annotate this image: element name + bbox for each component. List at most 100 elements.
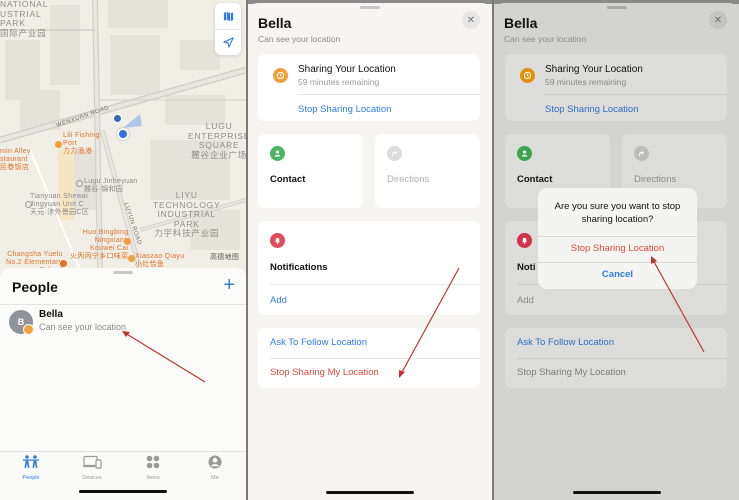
sheet-grabber[interactable] <box>360 6 380 9</box>
divider <box>270 284 480 285</box>
add-person-button[interactable]: + <box>223 274 235 297</box>
map-attribution: 高德地图 <box>210 254 240 261</box>
map-label-lugu-square: LUGU ENTERPRISE SQUARE 麓谷企业广场 <box>188 121 246 160</box>
map-mode-button[interactable] <box>215 3 241 29</box>
close-button[interactable]: ✕ <box>462 11 480 29</box>
notifications-label: Noti <box>517 262 536 273</box>
person-detail-screen: Bella Can see your location ✕ Sharing Yo… <box>248 0 492 500</box>
divider <box>538 236 697 237</box>
people-title: People <box>12 279 58 295</box>
tab-me[interactable]: Me <box>195 455 235 481</box>
locate-me-button[interactable] <box>215 29 241 55</box>
person-status: Can see your location <box>39 322 127 332</box>
directions-label: Directions <box>634 174 677 185</box>
map-label-tianyuan: Tianyuan Shewai Jingyuan Unit C 天元·涉外景园C… <box>30 193 90 216</box>
directions-label: Directions <box>387 174 430 185</box>
contact-label: Contact <box>517 174 553 185</box>
friend-location-pin-icon[interactable] <box>113 114 122 123</box>
sheet-grabber[interactable] <box>606 6 627 9</box>
restaurant-pin-icon[interactable] <box>128 255 135 262</box>
map-controls <box>215 3 241 55</box>
tab-label: Devices <box>82 475 102 481</box>
divider <box>270 358 480 359</box>
notifications-card: Notifications Add <box>258 221 480 315</box>
items-icon <box>146 455 160 469</box>
sharing-remaining: 59 minutes remaining <box>545 77 627 87</box>
map-label-alley-restaurant: min Alley staurant 民巷饭店 <box>0 148 31 171</box>
notifications-label: Notifications <box>270 262 328 273</box>
find-my-people-screen: NATIONAL USTRIAL PARK 国际产业园 WENXUAN ROAD… <box>0 0 246 500</box>
location-arrow-icon <box>222 37 234 48</box>
map-label-jinheyuan: Lugu Jinheyuan 麓谷·锦和园 <box>84 178 138 193</box>
home-indicator[interactable] <box>326 491 414 494</box>
close-icon: ✕ <box>466 14 476 26</box>
actions-card: Ask To Follow Location Stop Sharing My L… <box>258 328 480 388</box>
place-pin-icon[interactable] <box>76 180 83 187</box>
cancel-button[interactable]: Cancel <box>538 269 697 280</box>
map-label-lili-fishing: Lili Fishing Port 力力渔港 <box>63 132 100 155</box>
current-location-dot-icon[interactable] <box>117 128 129 140</box>
contact-label: Contact <box>270 174 306 185</box>
me-icon <box>208 455 222 469</box>
stop-sharing-location-link[interactable]: Stop Sharing Location <box>545 104 638 115</box>
bell-icon <box>270 233 285 248</box>
confirm-stop-sharing-button[interactable]: Stop Sharing Location <box>538 243 697 254</box>
tab-label: Items <box>146 475 160 481</box>
tab-label: People <box>22 475 40 481</box>
sharing-timer-icon <box>273 68 288 83</box>
alert-message: Are you sure you want to stop sharing lo… <box>554 201 681 225</box>
directions-arrow-icon <box>387 146 402 161</box>
map-label-xiaozao: Xiaozao Qiayu 小灶恰鱼 <box>135 253 185 268</box>
close-icon: ✕ <box>713 14 723 26</box>
stop-sharing-my-location-button[interactable]: Stop Sharing My Location <box>517 367 626 378</box>
confirm-stop-sharing-alert: Are you sure you want to stop sharing lo… <box>538 188 697 289</box>
map-label-huo-bingbing: Huo Bingbing Ningxiang Kouwei Cai 火丙丙宁乡口… <box>70 229 129 260</box>
directions-arrow-icon <box>634 146 649 161</box>
person-row-bella[interactable]: B Bella Can see your location <box>0 305 246 339</box>
tab-items[interactable]: Items <box>133 455 173 481</box>
home-indicator[interactable] <box>572 491 661 494</box>
contact-card[interactable]: Contact <box>258 134 363 208</box>
sheet-grabber[interactable] <box>113 271 133 274</box>
sharing-badge-icon <box>23 324 34 335</box>
contact-person-icon <box>270 146 285 161</box>
stop-sharing-location-link[interactable]: Stop Sharing Location <box>298 104 391 115</box>
divider <box>538 262 697 263</box>
tab-bar: People Devices Items Me <box>0 451 246 500</box>
person-title: Bella <box>258 15 292 31</box>
person-name: Bella <box>39 309 63 320</box>
place-pin-icon[interactable] <box>25 201 32 208</box>
divider <box>545 94 727 95</box>
person-title: Bella <box>504 15 538 31</box>
add-notification-link[interactable]: Add <box>270 295 287 306</box>
home-indicator[interactable] <box>79 490 167 493</box>
ask-to-follow-location-link[interactable]: Ask To Follow Location <box>517 337 614 348</box>
devices-icon <box>83 455 102 469</box>
sharing-title: Sharing Your Location <box>298 64 396 75</box>
actions-card: Ask To Follow Location Stop Sharing My L… <box>505 328 727 388</box>
map-icon <box>223 11 233 21</box>
stop-sharing-my-location-button[interactable]: Stop Sharing My Location <box>270 367 379 378</box>
tab-label: Me <box>211 475 219 481</box>
map-label-national-park: NATIONAL USTRIAL PARK 国际产业园 <box>0 0 49 38</box>
person-subtitle: Can see your location <box>504 34 587 44</box>
sharing-card: Sharing Your Location 59 minutes remaini… <box>258 54 480 121</box>
close-button[interactable]: ✕ <box>709 11 727 29</box>
restaurant-pin-icon[interactable] <box>55 141 62 148</box>
tab-people[interactable]: People <box>11 455 51 481</box>
add-notification-link[interactable]: Add <box>517 295 534 306</box>
person-subtitle: Can see your location <box>258 34 341 44</box>
person-detail-sheet: Bella Can see your location ✕ Sharing Yo… <box>248 3 492 500</box>
ask-to-follow-location-link[interactable]: Ask To Follow Location <box>270 337 367 348</box>
tab-devices[interactable]: Devices <box>72 455 112 481</box>
sharing-remaining: 59 minutes remaining <box>298 77 380 87</box>
sharing-timer-icon <box>520 68 535 83</box>
directions-card[interactable]: Directions <box>375 134 480 208</box>
sharing-card: Sharing Your Location 59 minutes remaini… <box>505 54 727 121</box>
map-label-liyu-park: LIYU TECHNOLOGY INDUSTRIAL PARK 力宇科技产业园 <box>153 190 221 238</box>
school-pin-icon[interactable] <box>60 260 67 267</box>
restaurant-pin-icon[interactable] <box>124 238 131 245</box>
people-icon <box>23 455 39 468</box>
map-view[interactable]: NATIONAL USTRIAL PARK 国际产业园 WENXUAN ROAD… <box>0 0 246 270</box>
divider <box>517 358 727 359</box>
